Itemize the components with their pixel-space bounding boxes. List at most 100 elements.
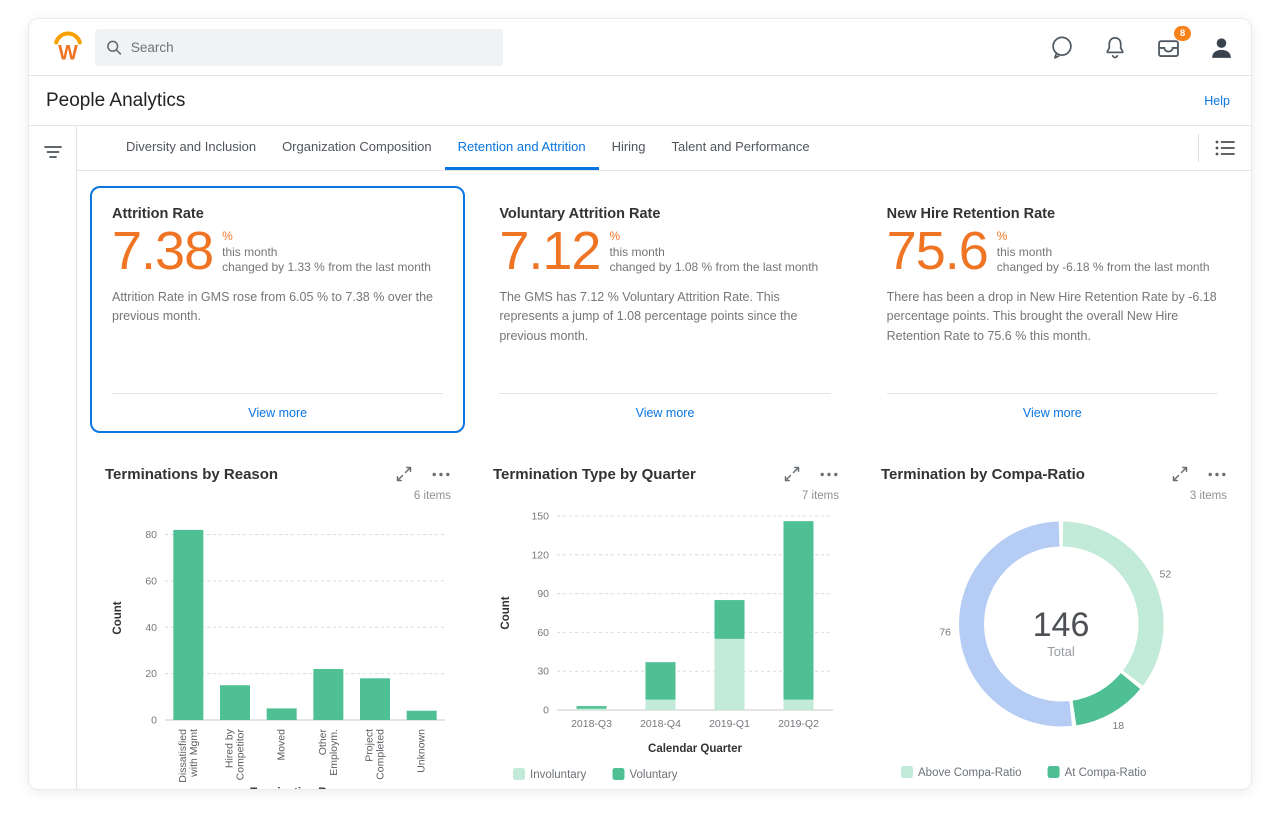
kpi-card-new-hire-retention-rate[interactable]: New Hire Retention Rate 75.6 % this mont… (865, 186, 1240, 433)
topbar-actions: 8 (1048, 33, 1235, 61)
termination-type-stacked-bar-chart: Count03060901201502018-Q32018-Q42019-Q12… (493, 504, 839, 789)
svg-text:0: 0 (543, 705, 549, 717)
kpi-card-attrition-rate[interactable]: Attrition Rate 7.38 % this month changed… (90, 186, 465, 433)
svg-text:Total: Total (1047, 644, 1075, 659)
filter-button[interactable] (40, 140, 66, 164)
content-wrapper: Diversity and Inclusion Organization Com… (29, 126, 1251, 789)
tab-hiring[interactable]: Hiring (599, 126, 659, 170)
svg-text:150: 150 (531, 511, 549, 523)
expand-icon[interactable] (782, 464, 802, 484)
svg-text:90: 90 (537, 588, 549, 600)
svg-text:146: 146 (1033, 606, 1090, 644)
kpi-value: 75.6 (887, 224, 988, 279)
main-column: Diversity and Inclusion Organization Com… (77, 126, 1251, 789)
more-options-icon[interactable] (1207, 464, 1227, 484)
svg-text:Involuntary: Involuntary (530, 769, 587, 781)
page-header: People Analytics Help (29, 76, 1251, 126)
chat-button[interactable] (1048, 33, 1076, 61)
expand-icon[interactable] (394, 464, 414, 484)
inbox-badge: 8 (1174, 26, 1191, 41)
view-more-link[interactable]: View more (1023, 406, 1082, 420)
left-rail (29, 126, 77, 789)
more-options-icon[interactable] (819, 464, 839, 484)
page-title: People Analytics (46, 90, 185, 112)
view-more-link[interactable]: View more (248, 406, 307, 420)
workday-logo[interactable]: W (45, 27, 91, 67)
tab-talent-and-performance[interactable]: Talent and Performance (659, 126, 823, 170)
svg-text:Moved: Moved (276, 729, 288, 761)
avatar-icon (1208, 34, 1235, 61)
more-options-icon[interactable] (431, 464, 451, 484)
svg-text:60: 60 (145, 575, 157, 587)
items-count: 7 items (493, 490, 839, 502)
kpi-description: Attrition Rate in GMS rose from 6.05 % t… (112, 288, 443, 327)
svg-text:Competitor: Competitor (235, 729, 247, 781)
chart-row: Terminations by Reason 6 items (90, 448, 1240, 789)
kpi-card-voluntary-attrition-rate[interactable]: Voluntary Attrition Rate 7.12 % this mon… (477, 186, 852, 433)
filter-icon (42, 142, 64, 162)
tab-retention-and-attrition[interactable]: Retention and Attrition (445, 126, 599, 170)
kpi-period: this month (609, 245, 818, 261)
profile-button[interactable] (1207, 33, 1235, 61)
kpi-value: 7.12 (499, 224, 600, 279)
items-count: 6 items (105, 490, 451, 502)
svg-text:2018-Q4: 2018-Q4 (640, 718, 681, 730)
svg-text:120: 120 (531, 549, 549, 561)
svg-text:with Mgmt: with Mgmt (188, 729, 200, 778)
svg-text:40: 40 (145, 622, 157, 634)
svg-text:2019-Q2: 2019-Q2 (778, 718, 819, 730)
tab-organization-composition[interactable]: Organization Composition (269, 126, 445, 170)
view-toggle-button[interactable] (1198, 134, 1251, 162)
chart-card-termination-type-by-quarter: Termination Type by Quarter 7 items (478, 448, 854, 789)
kpi-change: changed by 1.33 % from the last month (222, 260, 431, 276)
tab-diversity-and-inclusion[interactable]: Diversity and Inclusion (113, 126, 269, 170)
kpi-value: 7.38 (112, 224, 213, 279)
svg-text:76: 76 (939, 627, 951, 639)
workday-logo-icon: W (48, 28, 88, 66)
kpi-description: The GMS has 7.12 % Voluntary Attrition R… (499, 288, 830, 346)
kpi-period: this month (997, 245, 1210, 261)
svg-text:2018-Q3: 2018-Q3 (571, 718, 612, 730)
help-link[interactable]: Help (1204, 94, 1230, 108)
dashboard-content: Attrition Rate 7.38 % this month changed… (77, 171, 1251, 789)
svg-text:20: 20 (145, 668, 157, 680)
svg-text:At Compa-Ratio: At Compa-Ratio (1065, 767, 1147, 779)
svg-text:Calendar Quarter: Calendar Quarter (648, 743, 742, 755)
svg-text:Unknown: Unknown (416, 729, 428, 773)
notifications-button[interactable] (1101, 33, 1129, 61)
svg-text:18: 18 (1112, 720, 1124, 732)
kpi-unit: % (997, 229, 1210, 245)
terminations-by-reason-bar-chart: Count020406080Dissatisfiedwith MgmtHired… (105, 504, 451, 789)
view-more-link[interactable]: View more (636, 406, 695, 420)
svg-text:Termination Reason: Termination Reason (250, 787, 360, 789)
chart-card-termination-by-compa-ratio: Termination by Compa-Ratio 3 items (866, 448, 1242, 789)
tabs: Diversity and Inclusion Organization Com… (113, 126, 823, 170)
search-bar[interactable] (95, 29, 503, 66)
bell-icon (1102, 34, 1128, 60)
svg-text:2019-Q1: 2019-Q1 (709, 718, 750, 730)
expand-icon[interactable] (1170, 464, 1190, 484)
kpi-unit: % (222, 229, 431, 245)
inbox-button[interactable]: 8 (1154, 33, 1182, 61)
svg-text:Voluntary: Voluntary (630, 769, 678, 781)
svg-text:Completed: Completed (375, 729, 387, 780)
people-analytics-dashboard: W (28, 18, 1252, 790)
kpi-title: Voluntary Attrition Rate (499, 206, 830, 222)
svg-text:0: 0 (151, 715, 157, 727)
search-icon (106, 39, 122, 56)
svg-text:Count: Count (112, 601, 124, 634)
search-input[interactable] (131, 40, 492, 55)
chart-title: Termination Type by Quarter (493, 466, 696, 483)
kpi-row: Attrition Rate 7.38 % this month changed… (90, 186, 1240, 433)
kpi-period: this month (222, 245, 431, 261)
chart-title: Terminations by Reason (105, 466, 278, 483)
kpi-change: changed by -6.18 % from the last month (997, 260, 1210, 276)
svg-text:80: 80 (145, 529, 157, 541)
kpi-description: There has been a drop in New Hire Retent… (887, 288, 1218, 346)
chat-icon (1049, 34, 1075, 60)
svg-text:Count: Count (500, 596, 512, 629)
kpi-title: Attrition Rate (112, 206, 443, 222)
kpi-change: changed by 1.08 % from the last month (609, 260, 818, 276)
svg-text:W: W (58, 42, 78, 65)
list-view-icon (1214, 138, 1236, 158)
